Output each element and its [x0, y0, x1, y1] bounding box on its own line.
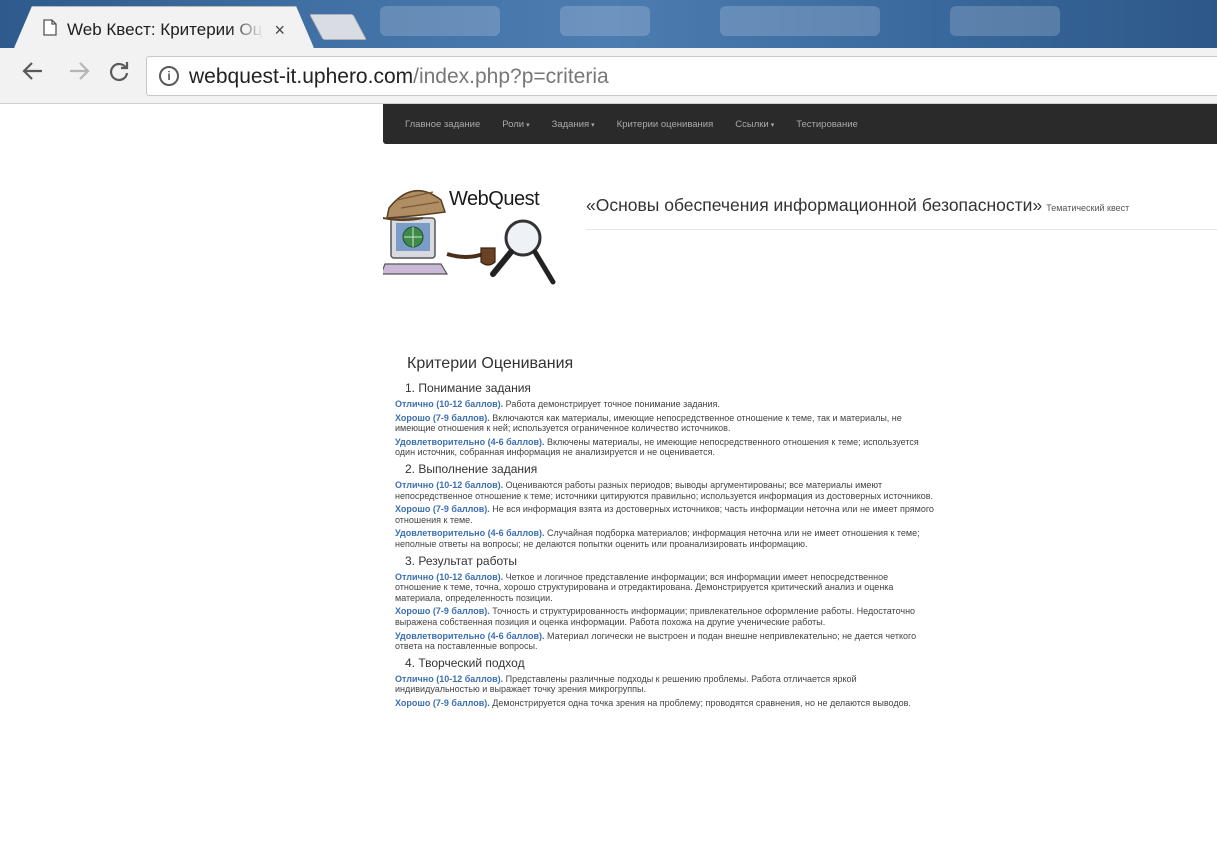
forward-arrow-icon[interactable]: [68, 60, 90, 87]
criteria-item: Отлично (10-12 баллов). Оцениваются рабо…: [395, 480, 935, 501]
tabstrip-blur: [560, 6, 650, 36]
tab-close-icon[interactable]: ×: [274, 21, 285, 39]
level-label: Хорошо (7-9 баллов).: [395, 606, 490, 617]
info-icon[interactable]: i: [159, 66, 179, 86]
criteria-item: Удовлетворительно (4-6 баллов). Материал…: [395, 631, 935, 652]
url-text: webquest-it.uphero.com/index.php?p=crite…: [189, 65, 609, 88]
tabstrip-blur: [380, 6, 500, 36]
browser-tab[interactable]: Web Квест: Критерии Оценивания ×: [14, 6, 314, 48]
browser-toolbar: i webquest-it.uphero.com/index.php?p=cri…: [0, 48, 1217, 104]
section-title: 4. Творческий подход: [405, 655, 525, 670]
level-label: Хорошо (7-9 баллов).: [395, 504, 490, 515]
page-subtitle: Тематический квест: [1046, 203, 1130, 213]
criteria-item: Отлично (10-12 баллов). Четкое и логично…: [395, 572, 935, 604]
tab-strip: Web Квест: Критерии Оценивания ×: [0, 0, 1217, 48]
logo-text: WebQuest: [449, 188, 540, 210]
level-text: Демонстрируется одна точка зрения на про…: [489, 697, 911, 708]
level-label: Хорошо (7-9 баллов).: [395, 697, 490, 708]
criteria-item: Отлично (10-12 баллов). Работа демонстри…: [395, 399, 935, 410]
caret-down-icon: ▾: [526, 121, 530, 129]
page-header: «Основы обеспечения информационной безоп…: [586, 195, 1129, 216]
criteria-content: Критерии Оценивания 1. Понимание задания…: [395, 355, 935, 711]
level-label: Отлично (10-12 баллов).: [395, 479, 504, 490]
criteria-item: Отлично (10-12 баллов). Представлены раз…: [395, 674, 935, 695]
section-title: 2. Выполнение задания: [405, 461, 538, 476]
tab-title: Web Квест: Критерии Оценивания: [67, 20, 264, 39]
back-arrow-icon[interactable]: [22, 60, 44, 87]
level-label: Хорошо (7-9 баллов).: [395, 412, 490, 423]
level-label: Отлично (10-12 баллов).: [395, 673, 504, 684]
nav-item-links[interactable]: Ссылки ▾: [735, 119, 774, 130]
site-navbar: Главное задание Роли ▾ Задания ▾ Критерии …: [383, 104, 1217, 144]
page-title: «Основы обеспечения информационной безоп…: [586, 195, 1043, 215]
address-bar[interactable]: i webquest-it.uphero.com/index.php?p=cri…: [146, 56, 1217, 96]
nav-item-tasks[interactable]: Задания ▾: [552, 119, 595, 130]
level-text: Работа демонстрирует точное понимание за…: [503, 399, 720, 409]
criteria-item: Хорошо (7-9 баллов). Демонстрируется одн…: [395, 698, 935, 709]
level-label: Отлично (10-12 баллов).: [395, 571, 504, 582]
criteria-item: Хорошо (7-9 баллов). Точность и структур…: [395, 606, 935, 627]
criteria-item: Удовлетворительно (4-6 баллов). Включены…: [395, 437, 935, 458]
nav-item-main-task[interactable]: Главное задание: [405, 119, 480, 130]
section-title: 1. Понимание задания: [405, 381, 531, 395]
criteria-item: Хорошо (7-9 баллов). Включаются как мате…: [395, 413, 935, 434]
document-icon: [43, 19, 57, 41]
nav-item-criteria[interactable]: Критерии оценивания: [617, 119, 714, 130]
level-label: Удовлетворительно (4-6 баллов).: [395, 630, 545, 641]
header-divider: [586, 229, 1217, 230]
reload-icon[interactable]: [108, 60, 130, 87]
criteria-item: Хорошо (7-9 баллов). Не вся информация в…: [395, 504, 935, 525]
caret-down-icon: ▾: [770, 121, 775, 129]
nav-item-testing[interactable]: Тестирование: [796, 119, 858, 130]
nav-item-roles[interactable]: Роли ▾: [502, 119, 529, 130]
section-title: 3. Результат работы: [405, 553, 518, 568]
new-tab-button[interactable]: [309, 14, 367, 40]
level-label: Удовлетворительно (4-6 баллов).: [395, 528, 545, 539]
level-label: Удовлетворительно (4-6 баллов).: [395, 436, 545, 447]
level-label: Отлично (10-12 баллов).: [395, 399, 504, 409]
webquest-logo: WebQuest: [380, 178, 573, 290]
tabstrip-blur: [950, 6, 1060, 36]
criteria-item: Удовлетворительно (4-6 баллов). Случайна…: [395, 528, 935, 549]
criteria-heading: Критерии Оценивания: [407, 355, 574, 372]
caret-down-icon: ▾: [591, 121, 595, 129]
tabstrip-blur: [720, 6, 880, 36]
